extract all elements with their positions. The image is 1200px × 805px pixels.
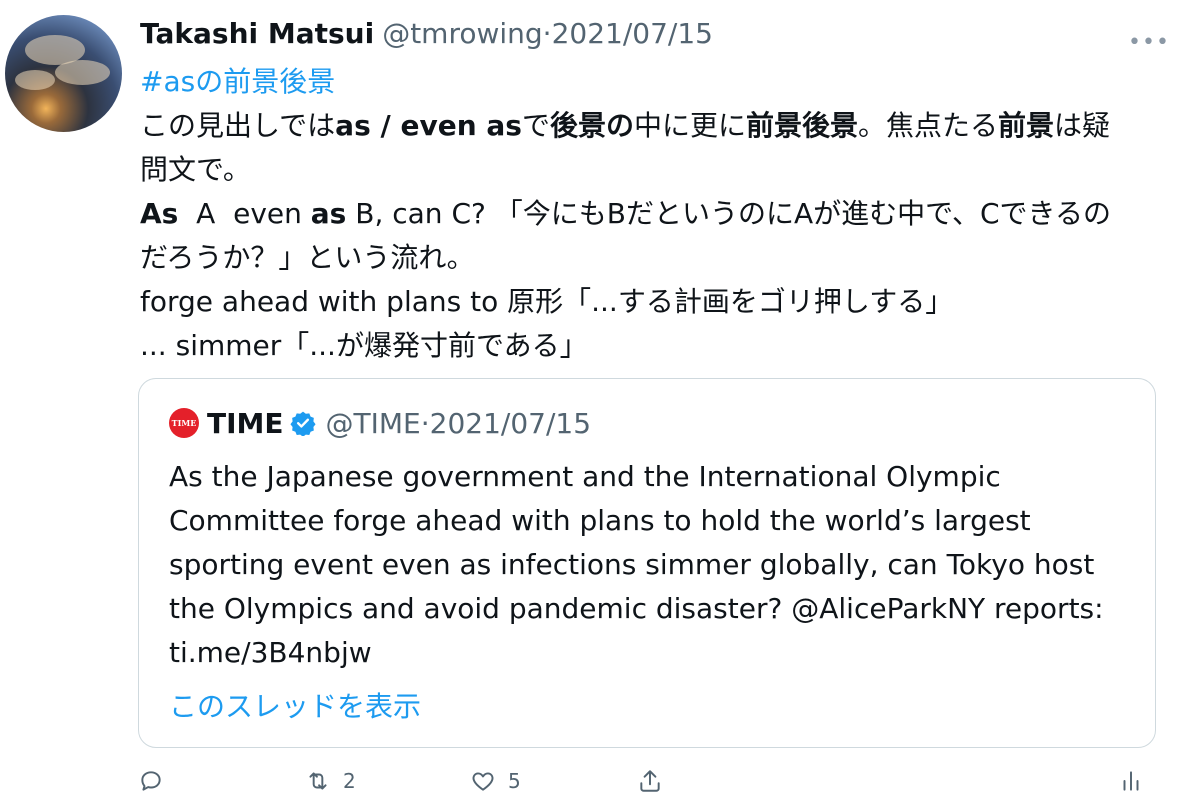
verified-badge-icon: [289, 411, 316, 436]
author-name[interactable]: Takashi Matsui: [140, 14, 374, 54]
show-thread-link[interactable]: このスレッドを表示: [169, 685, 421, 725]
tweet-line: forge ahead with plans to 原形「...する計画をゴリ押…: [140, 285, 954, 318]
retweet-button[interactable]: 2: [305, 768, 356, 794]
tweet-header: Takashi Matsui @tmrowing · 2021/07/15: [140, 14, 713, 54]
quote-date[interactable]: 2021/07/15: [430, 407, 591, 440]
separator: ·: [420, 406, 430, 440]
tweet-line: だろうか？」という流れ。: [140, 241, 475, 274]
like-count: 5: [508, 769, 521, 793]
quoted-tweet[interactable]: TIME TIME @TIME · 2021/07/15 As the Japa…: [138, 378, 1156, 748]
time-logo-icon[interactable]: TIME: [169, 408, 199, 438]
action-bar: 2 5: [0, 760, 1200, 805]
avatar-cloud: [55, 60, 110, 85]
tweet-line: この見出しではas / even asで後景の中に更に前景後景。焦点たる前景は疑: [140, 109, 1111, 142]
heart-icon: [472, 772, 494, 791]
quote-link[interactable]: ti.me/3B4nbjw: [169, 631, 1129, 675]
quote-line: the Olympics and avoid pandemic disaster…: [169, 592, 1104, 625]
retweet-icon: [309, 772, 327, 790]
hashtag-link[interactable]: #asの前景後景: [140, 60, 1150, 104]
quote-line: Committee forge ahead with plans to hold…: [169, 504, 1031, 537]
quote-line: As the Japanese government and the Inter…: [169, 460, 1001, 493]
tweet-line: ... simmer「...が爆発寸前である」: [140, 329, 588, 362]
tweet-line: As A even as B, can C? 「今にもBだというのにAが進む中で…: [140, 197, 1112, 230]
tweet-date[interactable]: 2021/07/15: [552, 14, 713, 54]
author-handle[interactable]: @tmrowing: [382, 14, 542, 54]
like-button[interactable]: 5: [470, 768, 521, 794]
share-icon: [640, 770, 660, 792]
avatar[interactable]: [5, 15, 122, 132]
analytics-button[interactable]: [1118, 768, 1144, 794]
avatar-cloud: [15, 70, 55, 90]
reply-button[interactable]: [138, 768, 164, 794]
quote-header: TIME TIME @TIME · 2021/07/15: [169, 403, 591, 443]
quote-text: As the Japanese government and the Inter…: [169, 455, 1129, 675]
quote-author-handle[interactable]: @TIME: [326, 407, 421, 440]
share-button[interactable]: [637, 768, 663, 794]
reply-icon: [141, 771, 161, 791]
retweet-count: 2: [343, 769, 356, 793]
separator: ·: [542, 17, 552, 50]
quote-line: sporting event even as infections simmer…: [169, 548, 1095, 581]
analytics-icon: [1123, 771, 1139, 791]
quote-author-name[interactable]: TIME: [207, 407, 284, 440]
tweet-text: #asの前景後景 この見出しではas / even asで後景の中に更に前景後景…: [140, 60, 1150, 368]
more-icon[interactable]: •••: [1128, 30, 1170, 55]
tweet-line: 問文で。: [140, 153, 251, 186]
